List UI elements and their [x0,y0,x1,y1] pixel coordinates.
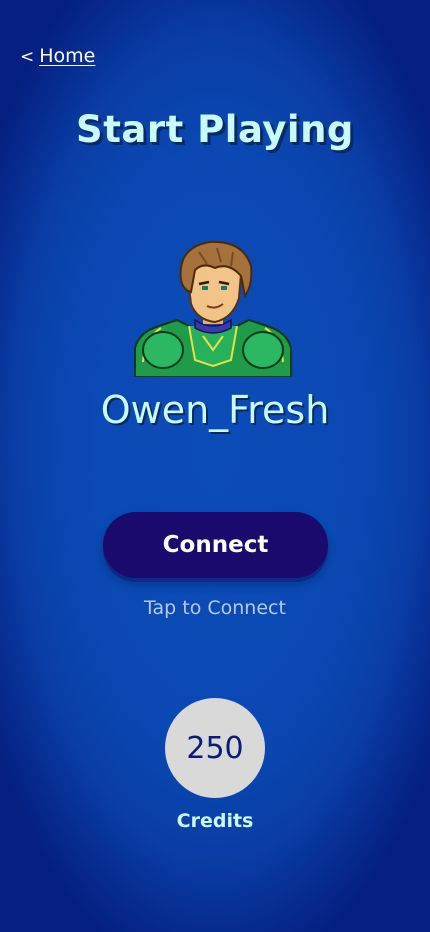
start-playing-screen: < Home Start Playing Owen_Fresh Connect T… [0,0,430,932]
home-back-link[interactable]: < Home [20,45,95,67]
credits-badge: 250 [165,698,265,798]
connect-button[interactable]: Connect [103,512,328,578]
credits-label: Credits [176,810,254,832]
credits-value: 250 [186,730,244,766]
player-username: Owen_Fresh [100,388,330,432]
back-chevron-icon: < [20,47,35,67]
player-avatar [134,240,292,377]
back-link-label: Home [39,45,96,67]
connect-hint: Tap to Connect [144,597,286,619]
page-title: Start Playing [76,108,354,151]
